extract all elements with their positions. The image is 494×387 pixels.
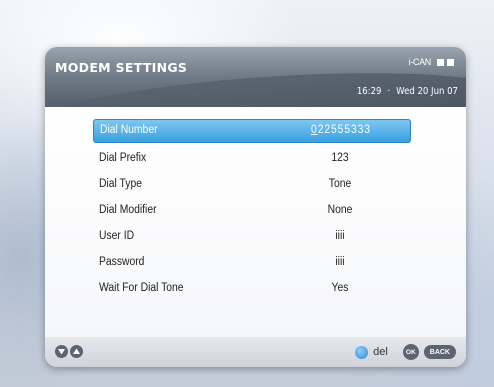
time: 16:29	[356, 86, 382, 97]
brand-square-icon	[447, 58, 454, 66]
up-arrow-icon[interactable]	[70, 345, 83, 358]
settings-list: Dial Number 022555333 Dial Prefix 123 Di…	[93, 119, 411, 303]
blue-button-icon[interactable]	[355, 345, 369, 359]
panel-header: MODEM SETTINGS i-CAN 16:29 · Wed 20 Jun …	[45, 47, 466, 107]
password-row[interactable]: Password iiii	[93, 251, 411, 277]
password-label: Password	[99, 256, 145, 268]
brand-square-icon	[437, 58, 444, 66]
datetime: 16:29 · Wed 20 Jun 07	[357, 86, 458, 97]
dial-type-row[interactable]: Dial Type Tone	[93, 173, 411, 199]
button-help: del OK BACK	[355, 344, 456, 360]
dial-modifier-value[interactable]: None	[286, 199, 394, 221]
wait-for-dial-tone-row[interactable]: Wait For Dial Tone Yes	[93, 277, 411, 303]
del-label: del	[373, 346, 388, 358]
dial-number-field[interactable]: 022555333	[287, 119, 395, 141]
password-value[interactable]: iiii	[286, 251, 394, 273]
settings-content: Dial Number 022555333 Dial Prefix 123 Di…	[45, 107, 466, 337]
separator: ·	[387, 86, 391, 97]
brand-text: i-CAN	[408, 57, 432, 67]
dial-modifier-row[interactable]: Dial Modifier None	[93, 199, 411, 225]
ok-button-icon[interactable]: OK	[402, 344, 419, 360]
date: Wed 20 Jun 07	[396, 86, 458, 97]
footer-bar: del OK BACK	[45, 337, 466, 367]
user-id-label: User ID	[99, 230, 135, 242]
user-id-row[interactable]: User ID iiii	[93, 225, 411, 251]
nav-arrows	[55, 345, 83, 358]
user-id-value[interactable]: iiii	[286, 225, 394, 247]
back-button-icon[interactable]: BACK	[423, 345, 456, 359]
wait-for-dial-tone-label: Wait For Dial Tone	[99, 282, 184, 294]
modem-settings-panel: MODEM SETTINGS i-CAN 16:29 · Wed 20 Jun …	[45, 47, 466, 367]
dial-prefix-row[interactable]: Dial Prefix 123	[93, 147, 411, 173]
dial-number-row[interactable]: Dial Number 022555333	[93, 119, 411, 143]
page-title: MODEM SETTINGS	[55, 60, 188, 75]
dial-prefix-label: Dial Prefix	[99, 152, 147, 164]
dial-number-value: 22555333	[317, 124, 371, 136]
wait-for-dial-tone-value[interactable]: Yes	[286, 277, 394, 299]
dial-prefix-value[interactable]: 123	[286, 147, 394, 169]
dial-type-value[interactable]: Tone	[286, 173, 394, 195]
brand-logo: i-CAN	[408, 57, 454, 67]
down-arrow-icon[interactable]	[55, 345, 68, 358]
dial-number-label: Dial Number	[100, 124, 158, 136]
dial-modifier-label: Dial Modifier	[99, 204, 157, 216]
dial-type-label: Dial Type	[99, 178, 142, 190]
